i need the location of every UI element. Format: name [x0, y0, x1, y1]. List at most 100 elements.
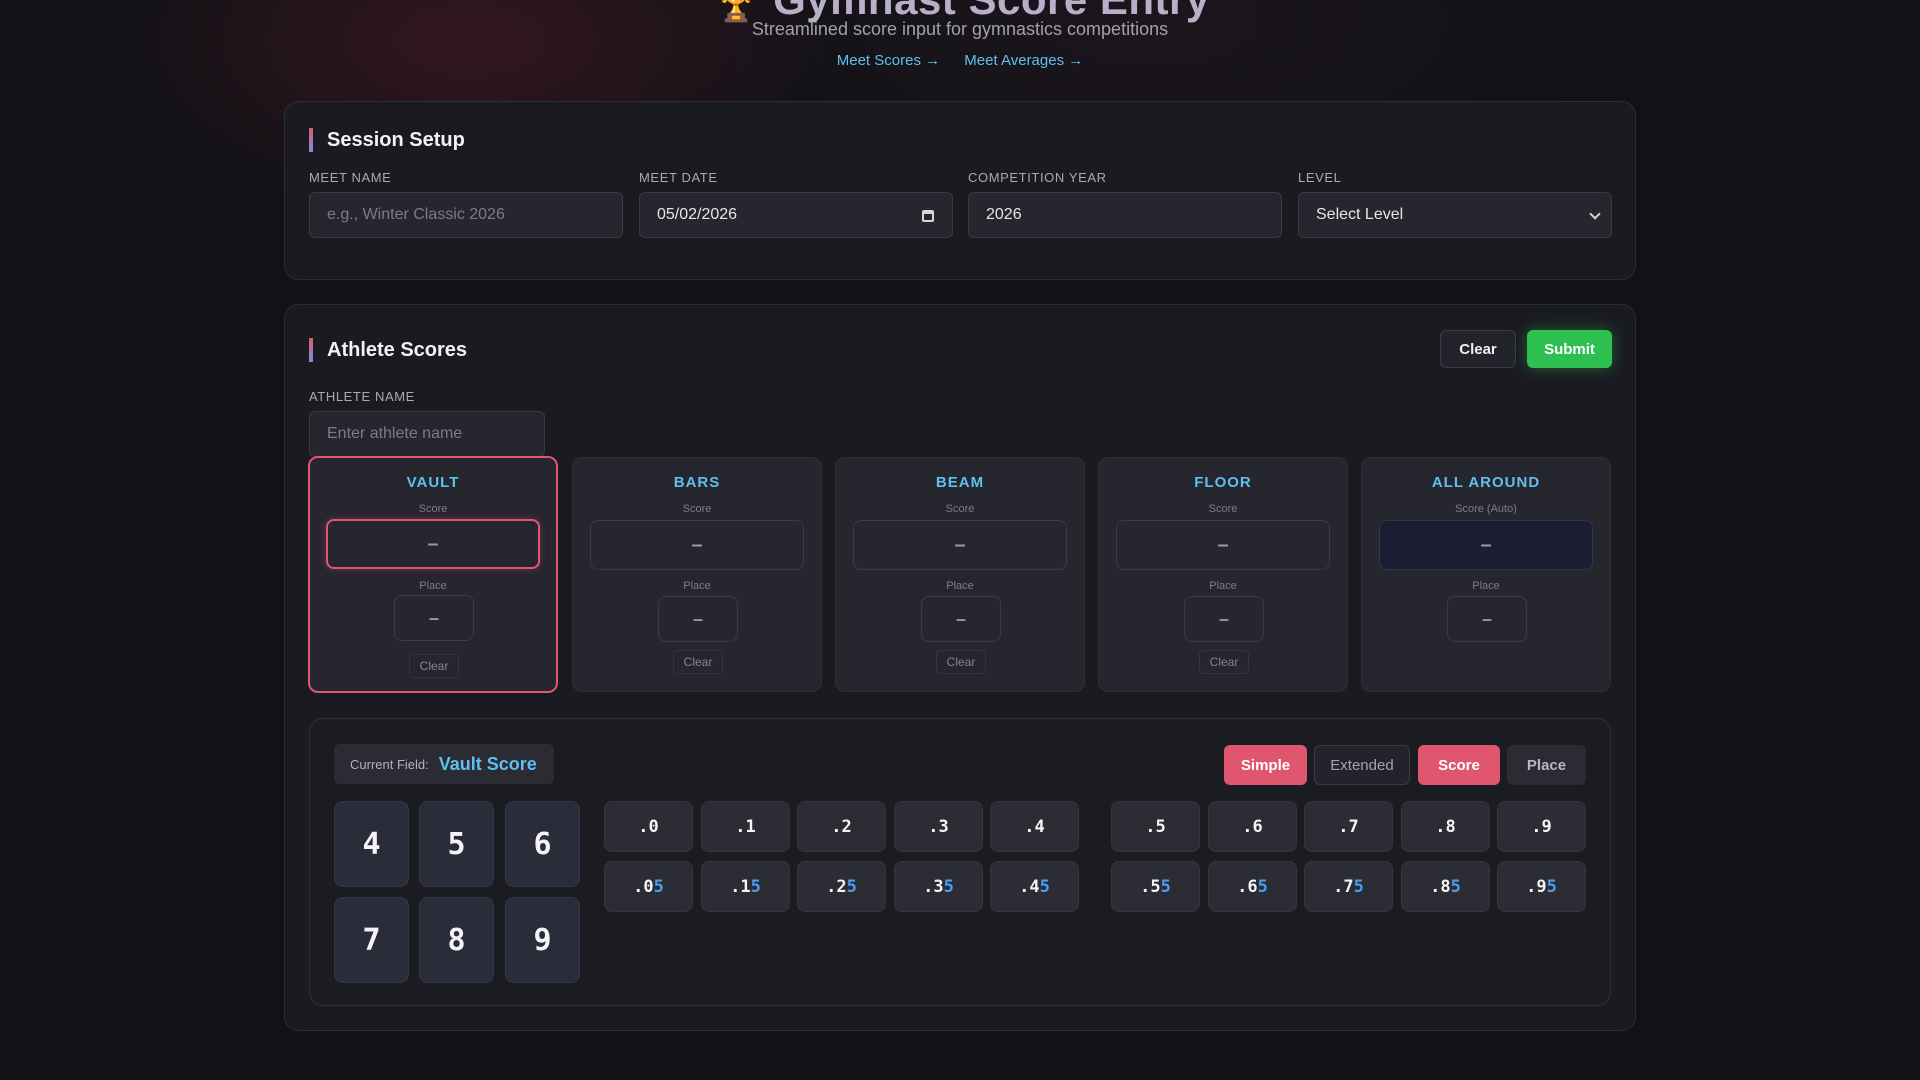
score-label: Score [682, 503, 712, 515]
hundredth-button[interactable]: .2 5 [797, 861, 886, 912]
digit-button[interactable]: 6 [505, 801, 580, 887]
event-name: FLOOR [1194, 474, 1252, 491]
level-selected-value: Select Level [1316, 206, 1404, 223]
digit-button[interactable]: 5 [419, 801, 494, 887]
all-around-place-input[interactable]: – [1447, 596, 1527, 642]
level-label: LEVEL [1298, 170, 1342, 185]
page-subtitle: Streamlined score input for gymnastics c… [751, 19, 1169, 39]
decimal-button[interactable]: .2 [797, 801, 886, 852]
hundredth-tenths: .5 [1140, 876, 1161, 897]
meet-scores-link[interactable]: Meet Scores → [837, 52, 940, 69]
session-setup-title: Session Setup [309, 128, 465, 152]
event-card-bars[interactable]: BARS Score – Place – Clear [572, 457, 822, 692]
score-label: Score [1208, 503, 1238, 515]
hundredth-tenths: .1 [730, 876, 751, 897]
digit-button[interactable]: 4 [334, 801, 409, 887]
digit-button[interactable]: 9 [505, 897, 580, 983]
hundredth-suffix: 5 [1353, 876, 1364, 897]
decimal-button[interactable]: .3 [894, 801, 983, 852]
hundredth-tenths: .6 [1237, 876, 1258, 897]
decimal-button[interactable]: .1 [701, 801, 790, 852]
hundredth-tenths: .7 [1333, 876, 1354, 897]
beam-score-input[interactable]: – [853, 520, 1067, 570]
hundredth-tenths: .2 [826, 876, 847, 897]
hundredth-button[interactable]: .0 5 [604, 861, 693, 912]
decimal-button[interactable]: .0 [604, 801, 693, 852]
hundredth-tenths: .8 [1430, 876, 1451, 897]
hundredth-suffix: 5 [1546, 876, 1557, 897]
event-name: ALL AROUND [1431, 474, 1541, 491]
calendar-icon[interactable] [922, 210, 934, 222]
mode-extended-button[interactable]: Extended [1314, 745, 1410, 785]
decimal-button[interactable]: .8 [1401, 801, 1490, 852]
hundredth-button[interactable]: .8 5 [1401, 861, 1490, 912]
floor-clear-button[interactable]: Clear [1199, 650, 1249, 674]
floor-score-input[interactable]: – [1116, 520, 1330, 570]
score-label: Score [418, 503, 448, 515]
decimal-button[interactable]: .7 [1304, 801, 1393, 852]
hundredth-button[interactable]: .7 5 [1304, 861, 1393, 912]
bars-place-input[interactable]: – [658, 596, 738, 642]
meet-name-label: MEET NAME [309, 170, 392, 185]
clear-button[interactable]: Clear [1440, 330, 1516, 368]
score-keypad: Current Field: Vault Score Simple Extend… [309, 718, 1611, 1006]
decimal-button[interactable]: .9 [1497, 801, 1586, 852]
digit-button[interactable]: 8 [419, 897, 494, 983]
hundredth-button[interactable]: .9 5 [1497, 861, 1586, 912]
level-select[interactable]: Select Level [1298, 192, 1612, 238]
hundredth-tenths: .3 [923, 876, 944, 897]
vault-place-input[interactable]: – [394, 595, 474, 641]
hundredth-tenths: .9 [1526, 876, 1547, 897]
beam-place-input[interactable]: – [921, 596, 1001, 642]
hundredth-button[interactable]: .5 5 [1111, 861, 1200, 912]
floor-place-input[interactable]: – [1184, 596, 1264, 642]
current-field-value: Vault Score [438, 753, 537, 774]
event-card-beam[interactable]: BEAM Score – Place – Clear [835, 457, 1085, 692]
athlete-name-label: ATHLETE NAME [309, 389, 415, 404]
hundredth-suffix: 5 [1257, 876, 1268, 897]
meet-averages-link[interactable]: Meet Averages → [964, 52, 1083, 69]
mode-simple-button[interactable]: Simple [1224, 745, 1307, 785]
athlete-name-input[interactable]: Enter athlete name [309, 411, 545, 457]
meet-date-input[interactable]: 05/02/2026 [639, 192, 953, 238]
bars-score-input[interactable]: – [590, 520, 804, 570]
vault-score-input[interactable]: – [326, 519, 540, 569]
hundredth-suffix: 5 [750, 876, 761, 897]
place-label: Place [1472, 580, 1500, 592]
all-around-score-display: – [1379, 520, 1593, 570]
decimal-button[interactable]: .4 [990, 801, 1079, 852]
hundredth-suffix: 5 [1039, 876, 1050, 897]
hundredth-button[interactable]: .1 5 [701, 861, 790, 912]
submit-button[interactable]: Submit [1527, 330, 1612, 368]
beam-clear-button[interactable]: Clear [936, 650, 986, 674]
event-name: VAULT [406, 474, 460, 491]
place-label: Place [1209, 580, 1237, 592]
nav-links: Meet Scores → Meet Averages → [0, 52, 1920, 69]
hundredth-suffix: 5 [1160, 876, 1171, 897]
athlete-scores-title: Athlete Scores [309, 338, 468, 362]
hundredth-tenths: .4 [1019, 876, 1040, 897]
meet-date-value: 05/02/2026 [657, 206, 738, 223]
hundredth-tenths: .0 [633, 876, 654, 897]
bars-clear-button[interactable]: Clear [673, 650, 723, 674]
event-card-floor[interactable]: FLOOR Score – Place – Clear [1098, 457, 1348, 692]
digit-button[interactable]: 7 [334, 897, 409, 983]
decimal-button[interactable]: .6 [1208, 801, 1297, 852]
hundredth-button[interactable]: .6 5 [1208, 861, 1297, 912]
meet-date-label: MEET DATE [639, 170, 718, 185]
competition-year-label: COMPETITION YEAR [968, 170, 1107, 185]
event-card-all-around: ALL AROUND Score (Auto) – Place – [1361, 457, 1611, 692]
event-card-vault[interactable]: VAULT Score – Place – Clear [308, 456, 558, 693]
competition-year-input[interactable]: 2026 [968, 192, 1282, 238]
mode-place-button[interactable]: Place [1507, 745, 1586, 785]
vault-clear-button[interactable]: Clear [409, 654, 459, 678]
mode-score-button[interactable]: Score [1418, 745, 1500, 785]
hundredth-button[interactable]: .3 5 [894, 861, 983, 912]
meet-name-input[interactable]: e.g., Winter Classic 2026 [309, 192, 623, 238]
place-label: Place [419, 580, 447, 592]
session-setup-card: Session Setup MEET NAME e.g., Winter Cla… [284, 101, 1636, 280]
place-label: Place [946, 580, 974, 592]
place-label: Place [683, 580, 711, 592]
hundredth-button[interactable]: .4 5 [990, 861, 1079, 912]
decimal-button[interactable]: .5 [1111, 801, 1200, 852]
